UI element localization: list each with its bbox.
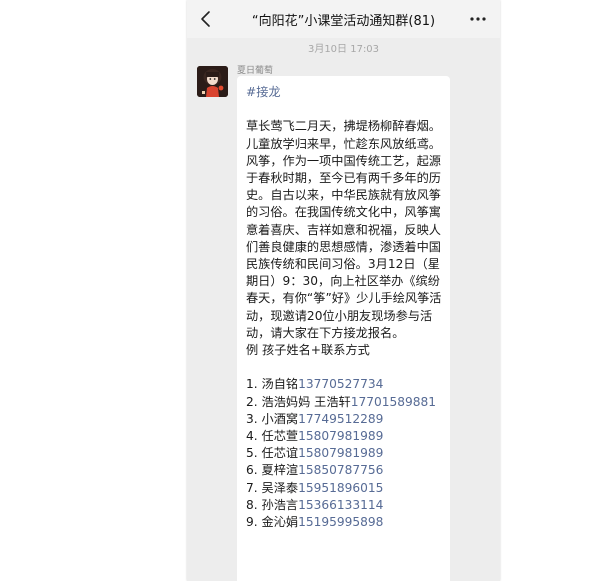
phone-link[interactable]: 13770527734	[298, 377, 383, 391]
list-item: 5. 任芯谊15807981989	[246, 445, 444, 462]
entry-name: 1. 汤自铭	[246, 377, 299, 392]
phone-link[interactable]: 15951896015	[298, 481, 383, 495]
message-bubble[interactable]: #接龙 草长莺飞二月天，拂堤杨柳醉春烟。 儿童放学归来早，忙趁东风放纸鸢。 风筝…	[237, 76, 450, 581]
entry-name: 9. 金沁娟	[246, 515, 299, 530]
list-item: 2. 浩浩妈妈 王浩轩17701589881	[246, 394, 444, 411]
entry-name: 6. 夏梓渲	[246, 463, 299, 478]
entry-name: 4. 任芯萱	[246, 429, 299, 444]
phone-link[interactable]: 15195995898	[298, 515, 383, 529]
avatar[interactable]	[197, 66, 228, 97]
message-paragraph: 风筝，作为一项中国传统工艺，起源于春秋时期，至今已有两千多年的历史。自古以来，中…	[246, 153, 442, 340]
phone-link[interactable]: 15366133114	[298, 498, 383, 512]
message-timestamp: 3月10日 17:03	[307, 44, 380, 55]
message-line: 草长莺飞二月天，拂堤杨柳醉春烟。	[246, 119, 441, 134]
avatar-image	[197, 66, 228, 97]
list-item: 8. 孙浩言15366133114	[246, 497, 444, 514]
chat-window: “向阳花”小课堂活动通知群(81) 3月10日 17:03 夏日葡萄 #接龙 草…	[187, 0, 500, 581]
entry-name: 5. 任芯谊	[246, 446, 299, 461]
more-dots-icon[interactable]	[468, 11, 488, 27]
entry-name: 3. 小酒窝	[246, 411, 299, 426]
list-item: 1. 汤自铭13770527734	[246, 376, 444, 393]
chat-title: “向阳花”小课堂活动通知群(81)	[251, 14, 436, 29]
topic-tag[interactable]: #接龙	[246, 84, 444, 101]
list-item: 6. 夏梓渲15850787756	[246, 462, 444, 479]
entry-name: 7. 吴泽泰	[246, 480, 299, 495]
phone-link[interactable]: 15807981989	[298, 429, 383, 443]
sender-name: 夏日葡萄	[237, 66, 274, 76]
chat-header: “向阳花”小课堂活动通知群(81)	[187, 0, 500, 38]
phone-link[interactable]: 15850787756	[298, 463, 383, 477]
entry-name: 8. 孙浩言	[246, 497, 299, 512]
signup-list: 1. 汤自铭13770527734 2. 浩浩妈妈 王浩轩17701589881…	[246, 376, 444, 531]
phone-link[interactable]: 15807981989	[298, 446, 383, 460]
entry-name: 2. 浩浩妈妈 王浩轩	[246, 394, 351, 409]
message-line: 儿童放学归来早，忙趁东风放纸鸢。	[246, 136, 441, 151]
list-item: 3. 小酒窝17749512289	[246, 411, 444, 428]
list-item: 9. 金沁娟15195995898	[246, 514, 444, 531]
message-text: #接龙 草长莺飞二月天，拂堤杨柳醉春烟。 儿童放学归来早，忙趁东风放纸鸢。 风筝…	[246, 84, 444, 531]
chevron-left-icon[interactable]	[199, 10, 213, 28]
message-line: 例 孩子姓名+联系方式	[246, 343, 370, 358]
phone-link[interactable]: 17749512289	[298, 412, 383, 426]
list-item: 4. 任芯萱15807981989	[246, 428, 444, 445]
phone-link[interactable]: 17701589881	[351, 395, 436, 409]
list-item: 7. 吴泽泰15951896015	[246, 480, 444, 497]
